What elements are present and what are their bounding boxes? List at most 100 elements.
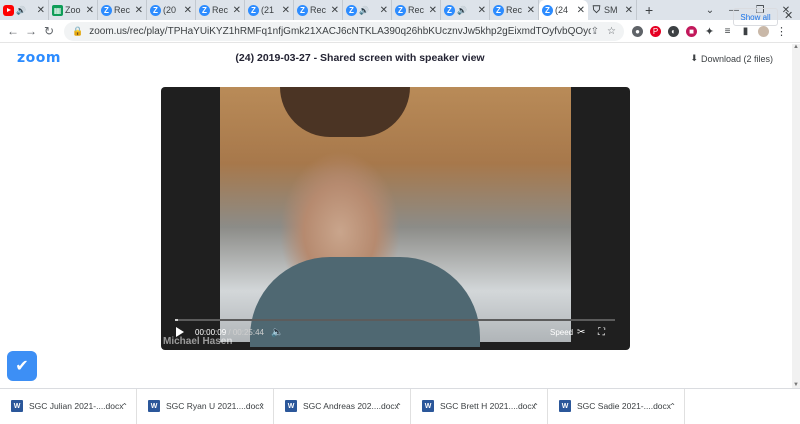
download-label: Download (2 files) <box>700 53 773 64</box>
download-item[interactable]: W SGC Brett H 2021....docx ⌃ <box>411 388 548 424</box>
browser-tab[interactable]: ⛉ SM ✕ <box>588 0 637 20</box>
download-icon: ⬇ <box>690 53 698 63</box>
zoom-icon: Z <box>101 4 112 16</box>
word-document-icon: W <box>11 400 23 412</box>
progress-bar[interactable] <box>175 319 615 321</box>
zoom-icon: Z <box>297 4 308 16</box>
youtube-icon <box>3 4 14 16</box>
close-tab-icon[interactable]: ✕ <box>184 5 192 16</box>
download-filename: SGC Ryan U 2021....docx <box>166 401 264 411</box>
zoom-icon: Z <box>542 4 553 16</box>
browser-tab[interactable]: Z Rec ✕ <box>392 0 441 20</box>
scroll-up-icon[interactable]: ▲ <box>792 44 800 50</box>
extension-bulb-icon[interactable]: ● <box>632 26 643 37</box>
lock-icon[interactable]: 🔒 <box>72 26 83 37</box>
chevron-up-icon[interactable]: ⌃ <box>121 402 128 411</box>
close-tab-icon[interactable]: ✕ <box>135 5 143 16</box>
new-tab-button[interactable]: + <box>645 2 653 18</box>
reading-list-icon[interactable]: ≡ <box>722 26 733 37</box>
audio-icon[interactable]: 🔊 <box>457 6 467 15</box>
close-tab-icon[interactable]: ✕ <box>527 5 535 16</box>
reload-icon[interactable]: ↻ <box>40 24 58 38</box>
url-text[interactable]: zoom.us/rec/play/TPHaYUiKYZ1hRMFq1nfjGmk… <box>89 26 590 37</box>
download-item[interactable]: W SGC Ryan U 2021....docx ⌃ <box>137 388 274 424</box>
volume-icon[interactable]: 🔈 <box>271 327 283 338</box>
download-filename: SGC Sadie 2021-....docx <box>577 401 672 411</box>
page-scrollbar[interactable]: ▲ ▼ <box>792 44 800 388</box>
close-tab-icon[interactable]: ✕ <box>478 5 486 16</box>
browser-tab[interactable]: 🔊 ✕ <box>0 0 49 20</box>
close-tab-icon[interactable]: ✕ <box>37 5 45 16</box>
close-tab-icon[interactable]: ✕ <box>86 5 94 16</box>
close-tab-icon[interactable]: ✕ <box>331 5 339 16</box>
browser-tab[interactable]: Z Rec ✕ <box>98 0 147 20</box>
zoom-icon: Z <box>199 4 210 16</box>
zoom-icon: Z <box>248 4 259 16</box>
chevron-up-icon[interactable]: ⌃ <box>258 402 265 411</box>
fullscreen-icon[interactable]: ⛶ <box>598 327 605 338</box>
close-tab-icon[interactable]: ✕ <box>577 5 585 16</box>
close-tab-icon[interactable]: ✕ <box>625 5 633 16</box>
video-player[interactable]: Michael Hasen 00:00:09 / 00:25:44 🔈 Spee… <box>161 87 630 350</box>
scissors-icon[interactable]: ✂ <box>577 327 585 338</box>
download-item[interactable]: W SGC Andreas 202....docx ⌃ <box>274 388 411 424</box>
close-shelf-icon[interactable]: ✕ <box>784 9 793 22</box>
speaker-video[interactable] <box>220 87 571 347</box>
close-tab-icon[interactable]: ✕ <box>380 5 388 16</box>
zoom-icon: Z <box>395 4 406 16</box>
browser-tab[interactable]: Z Rec ✕ <box>196 0 245 20</box>
zoom-icon: Z <box>346 4 357 16</box>
audio-icon[interactable]: 🔊 <box>359 6 369 15</box>
audio-icon[interactable]: 🔊 <box>16 6 26 15</box>
browser-tab[interactable]: Z 🔊 ✕ <box>343 0 392 20</box>
pinterest-icon[interactable]: P <box>650 26 661 37</box>
duration: / 00:25:44 <box>228 327 264 337</box>
download-item[interactable]: W SGC Sadie 2021-....docx ⌃ <box>548 388 685 424</box>
video-frame-detail <box>280 87 410 137</box>
close-tab-icon[interactable]: ✕ <box>429 5 437 16</box>
zoom-icon: Z <box>493 4 504 16</box>
progress-fill <box>175 319 178 321</box>
back-arrow-icon[interactable]: ← <box>4 24 22 38</box>
close-tab-icon[interactable]: ✕ <box>282 5 290 16</box>
browser-tab[interactable]: Z (24 ✕ <box>539 0 588 20</box>
browser-tab[interactable]: Z Rec ✕ <box>490 0 539 20</box>
tab-title: Rec <box>114 5 131 15</box>
chevron-up-icon[interactable]: ⌃ <box>669 402 676 411</box>
chevron-up-icon[interactable]: ⌃ <box>532 402 539 411</box>
bookmark-star-icon[interactable]: ☆ <box>607 26 616 37</box>
zoom-icon: Z <box>150 4 161 16</box>
download-filename: SGC Andreas 202....docx <box>303 401 399 411</box>
extensions-puzzle-icon[interactable]: ✦ <box>704 26 715 38</box>
play-icon[interactable] <box>176 327 184 337</box>
show-all-button[interactable]: Show all <box>733 8 778 26</box>
side-panel-icon[interactable]: ▮ <box>740 26 751 37</box>
profile-avatar[interactable] <box>758 26 769 37</box>
download-button[interactable]: ⬇ Download (2 files) <box>690 53 773 64</box>
sheets-icon: ▦ <box>52 4 63 16</box>
forward-arrow-icon[interactable]: → <box>22 24 40 38</box>
download-item[interactable]: W SGC Julian 2021-....docx ⌃ <box>0 388 137 424</box>
browser-tab[interactable]: Z 🔊 ✕ <box>441 0 490 20</box>
browser-tab[interactable]: ▦ Zoo ✕ <box>49 0 98 20</box>
extension-circle-icon[interactable]: ◐ <box>668 26 679 37</box>
tab-title: SM <box>604 5 618 15</box>
player-controls: 00:00:09 / 00:25:44 🔈 Speed ✂ ⛶ <box>161 325 630 339</box>
tab-search-icon[interactable]: ⌄ <box>698 0 722 20</box>
speed-button[interactable]: Speed <box>550 328 573 337</box>
chevron-up-icon[interactable]: ⌃ <box>395 402 402 411</box>
browser-tab[interactable]: Z Rec ✕ <box>294 0 343 20</box>
browser-tab[interactable]: Z (20 ✕ <box>147 0 196 20</box>
share-icon[interactable]: ⇪ <box>591 26 599 37</box>
word-document-icon: W <box>285 400 297 412</box>
close-tab-icon[interactable]: ✕ <box>233 5 241 16</box>
shield-check-icon[interactable]: ✔ <box>7 351 37 381</box>
tab-title: Rec <box>310 5 327 15</box>
browser-menu-icon[interactable]: ⋮ <box>776 26 787 38</box>
address-bar[interactable]: 🔒 zoom.us/rec/play/TPHaYUiKYZ1hRMFq1nfjG… <box>64 22 624 41</box>
page-title: (24) 2019-03-27 - Shared screen with spe… <box>235 52 485 64</box>
download-filename: SGC Brett H 2021....docx <box>440 401 536 411</box>
browser-tab[interactable]: Z (21 ✕ <box>245 0 294 20</box>
extension-square-icon[interactable]: ■ <box>686 26 697 37</box>
time-readout: 00:00:09 / 00:25:44 <box>195 328 264 337</box>
